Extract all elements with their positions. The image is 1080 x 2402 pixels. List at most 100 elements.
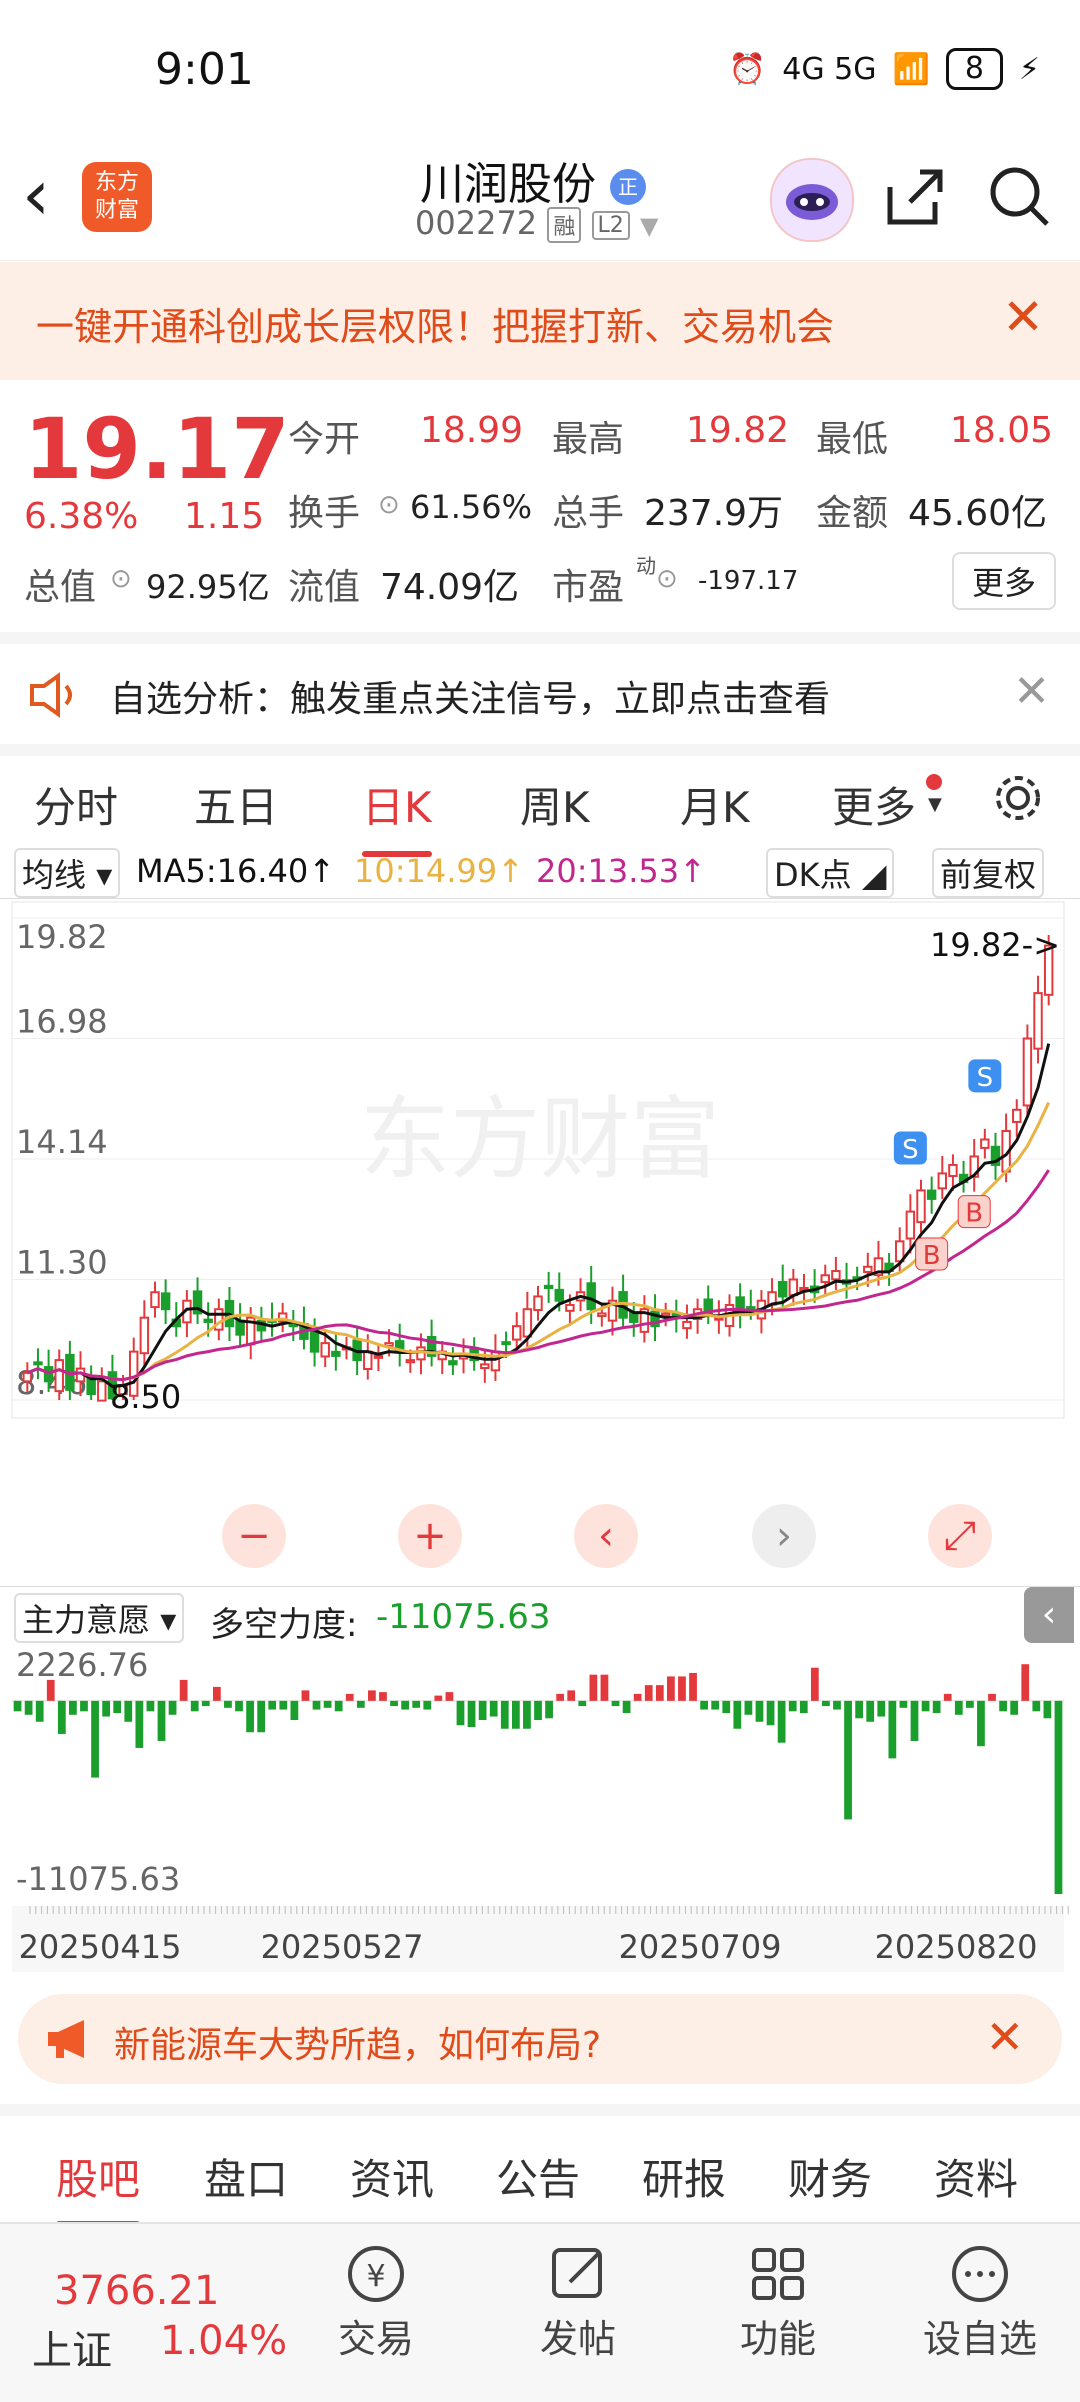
pe-sup: 动 [636,554,656,578]
low-value: 18.05 [950,410,1054,451]
open-label: 今开 [288,419,361,460]
tab-pankou[interactable]: 盘口 [204,2146,288,2207]
info-icon[interactable]: ⊙ [110,564,132,594]
stock-code-row[interactable]: 002272 融 L2 ▼ [415,204,658,243]
gear-icon[interactable] [990,770,1046,826]
tab-guba[interactable]: 股吧 [56,2146,141,2227]
info-icon[interactable]: ⊙ [656,564,678,594]
tab-profile[interactable]: 资料 [934,2146,1018,2207]
index-value: 3766.21 [54,2268,220,2314]
candle [522,1308,533,1338]
indicator-bar [545,1700,553,1719]
change-amount: 1.15 [184,496,265,537]
indicator-bar [212,1686,221,1701]
more-button[interactable]: 更多 [951,552,1056,610]
add-watchlist-button[interactable]: 设自选 [910,2238,1050,2363]
index-name: 上证 [32,2328,112,2374]
indicator-bar [600,1674,609,1701]
watchlist-analysis-bar[interactable]: 自选分析：触发重点关注信号，立即点击查看 ✕ [0,632,1080,744]
indicator-bar [423,1700,432,1710]
indicator-bar [168,1700,177,1715]
signal-label: S [902,1135,919,1165]
svg-text:¥: ¥ [366,2259,385,2294]
indicator-bar [379,1692,387,1701]
tab-announcements[interactable]: 公告 [496,2146,580,2207]
tab-daily-k[interactable]: 日K [362,774,432,857]
indicator-bar [1032,1700,1041,1712]
indicator-bar [855,1700,864,1719]
indicator-bar [822,1700,830,1707]
charging-icon: ⚡ [1018,51,1040,87]
info-icon[interactable]: ⊙ [378,490,400,520]
bottom-toolbar: 3766.21 上证 1.04% ¥ 交易 发帖 功能 设自选 [0,2222,1080,2402]
candle [139,1316,150,1355]
low-label: 最低 [816,419,889,460]
assistant-avatar[interactable] [770,158,854,242]
tab-more[interactable]: 更多 [832,774,916,835]
max-price-marker: 19.82-> [930,926,1060,964]
tab-news[interactable]: 资讯 [350,2146,434,2207]
indicator-selector[interactable]: 主力意愿 ▾ [14,1593,185,1643]
back-icon[interactable]: ‹ [22,160,50,230]
candle [1033,992,1043,1050]
y-tick-label: 16.98 [16,1003,108,1041]
collapse-panel-icon[interactable]: ‹ [1024,1587,1074,1643]
indicator-bar [179,1679,188,1701]
trade-button[interactable]: ¥ 交易 [306,2238,446,2363]
indicator-label: 多空力度: [210,1605,358,1645]
close-icon[interactable]: ✕ [1013,666,1050,717]
post-label: 发帖 [539,2317,616,2361]
candle [682,1320,692,1330]
tab-five-day[interactable]: 五日 [194,774,278,835]
grid-icon [752,2248,804,2300]
tab-monthly-k[interactable]: 月K [680,774,750,835]
edit-icon [552,2248,602,2298]
zoom-in-button[interactable]: + [398,1504,462,1568]
news-ad-banner[interactable]: 新能源车大势所趋，如何布局? ✕ [18,1994,1062,2084]
tab-weekly-k[interactable]: 周K [520,774,590,835]
kline-chart-area[interactable]: 均线 ▾ MA5:16.40↑ 10:14.99↑ 20:13.53↑ DK点 … [0,842,1080,1980]
indicator-bar [301,1690,310,1701]
search-icon[interactable] [985,162,1055,232]
candle [597,1312,607,1317]
promo-banner[interactable]: 一键开通科创成长层权限！把握打新、交易机会 ✕ [0,262,1080,380]
indicator-bar [257,1700,266,1733]
indicator-bar [711,1700,720,1710]
candle [320,1342,330,1358]
candle [33,1361,43,1366]
index-ticker[interactable]: 3766.21 上证 1.04% [24,2244,294,2384]
ma-selector[interactable]: 均线 ▾ [14,848,121,898]
close-icon[interactable]: ✕ [985,2010,1024,2064]
float-label: 流值 [288,567,361,608]
scroll-left-button[interactable]: ‹ [574,1504,638,1568]
functions-button[interactable]: 功能 [708,2238,848,2363]
chart-period-tabs: 分时 五日 日K 周K 月K 更多 ▼ [0,744,1080,857]
clock: 9:01 [155,44,254,95]
candle [820,1274,830,1283]
post-button[interactable]: 发帖 [508,2238,648,2363]
tab-research[interactable]: 研报 [642,2146,726,2207]
indicator-bar [755,1700,764,1722]
alarm-icon: ⏰ [728,51,767,87]
scroll-right-button[interactable]: › [752,1504,816,1568]
indicator-bar [57,1700,66,1734]
indicator-bar [744,1700,753,1715]
indicator-bar [833,1700,841,1710]
adjust-selector[interactable]: 前复权 [932,848,1045,898]
indicator-bar [69,1700,77,1715]
candlestick-chart[interactable]: 19.8216.9814.1411.308.46东方财富19.82->8.50S… [0,900,1080,1420]
zoom-out-button[interactable]: − [222,1504,286,1568]
indicator-bar [678,1676,686,1701]
candle [926,1189,937,1200]
share-icon[interactable] [880,162,950,232]
tab-finance[interactable]: 财务 [788,2146,872,2207]
close-icon[interactable]: ✕ [1002,288,1044,346]
change-percent: 6.38% [24,496,139,537]
candle [543,1284,554,1289]
stock-title[interactable]: 川润股份 正 [420,148,646,212]
dk-point-selector[interactable]: DK点 ◢ [766,848,895,898]
tab-intraday[interactable]: 分时 [34,774,118,835]
candle [565,1303,575,1312]
fullscreen-icon[interactable]: ⤢ [928,1504,992,1568]
robot-icon [786,184,838,220]
